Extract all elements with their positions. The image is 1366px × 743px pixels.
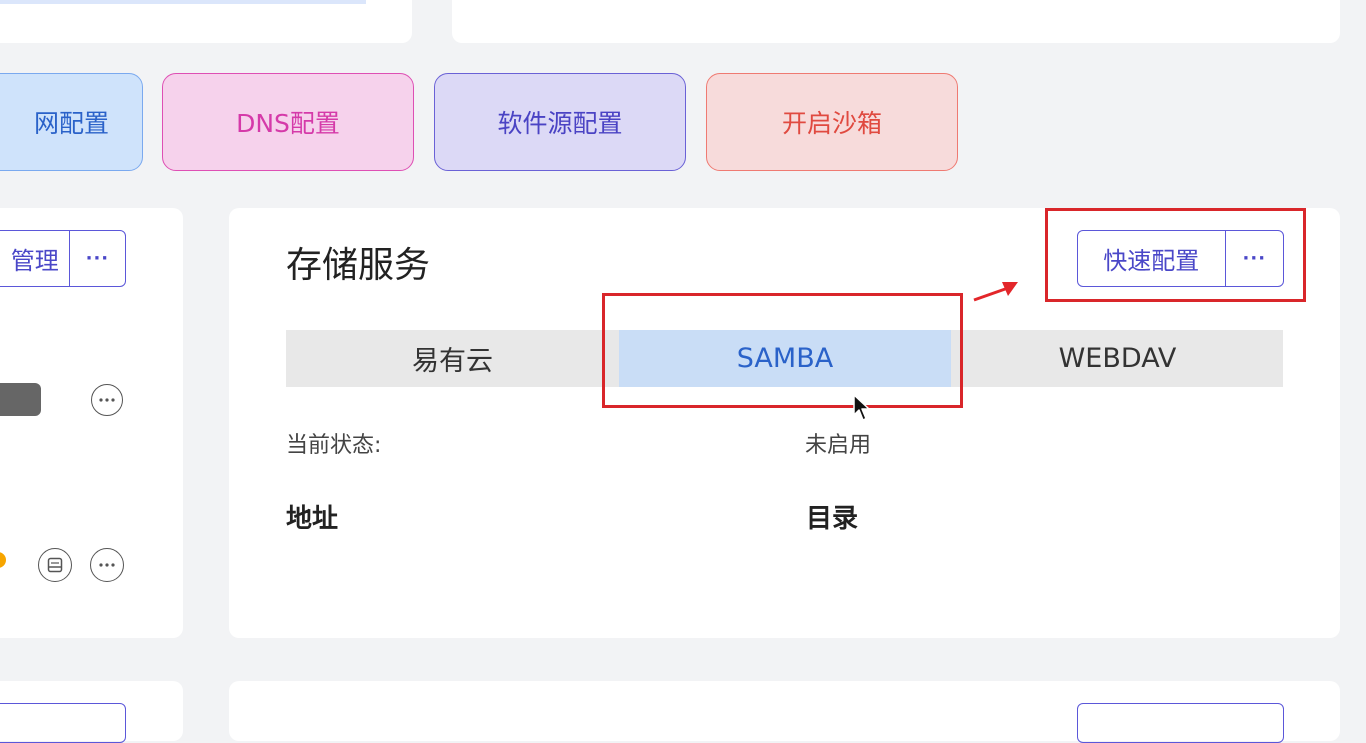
storage-more-button[interactable]: ··· [1224, 231, 1283, 286]
more-icon: ··· [85, 248, 110, 269]
software-source-config-label: 软件源配置 [497, 109, 623, 138]
quick-config-label: 快速配置 [1103, 247, 1200, 275]
bottom-right-card [229, 681, 1340, 743]
bottom-right-button-outline [1077, 703, 1284, 743]
dns-config-button[interactable]: DNS配置 [162, 73, 414, 171]
status-value: 未启用 [805, 433, 872, 458]
network-config-button[interactable]: 网配置 [0, 73, 143, 171]
dns-config-label: DNS配置 [236, 109, 340, 138]
status-dot-icon [0, 552, 6, 568]
top-left-card [0, 0, 412, 43]
mouse-cursor-icon [853, 394, 870, 421]
left-card: 管理 ··· [0, 208, 183, 638]
bottom-left-button-outline [0, 703, 126, 743]
tab-yiyouyun[interactable]: 易有云 [286, 330, 619, 387]
network-config-label: 网配置 [33, 109, 109, 138]
disk-icon[interactable] [38, 548, 72, 582]
more-icon: ··· [1242, 248, 1267, 269]
top-right-card [452, 0, 1340, 43]
software-source-config-button[interactable]: 软件源配置 [434, 73, 686, 171]
storage-actions: 快速配置 ··· [1077, 230, 1284, 287]
storage-service-card: 存储服务 快速配置 ··· 当前状态: 未启用 地址 目录 [229, 208, 1340, 638]
tab-yiyouyun-label: 易有云 [412, 346, 493, 377]
storage-title: 存储服务 [286, 245, 431, 286]
top-left-input-strip [0, 0, 366, 4]
bottom-left-card [0, 681, 183, 743]
more-circle-icon[interactable] [90, 548, 124, 582]
more-circle-icon[interactable] [91, 384, 123, 416]
status-bar [0, 383, 41, 416]
tab-samba-label: SAMBA [736, 343, 834, 374]
status-label: 当前状态: [286, 433, 382, 458]
address-column-header: 地址 [286, 504, 339, 534]
manage-button[interactable]: 管理 [0, 231, 69, 286]
left-card-actions: 管理 ··· [0, 230, 126, 287]
enable-sandbox-button[interactable]: 开启沙箱 [706, 73, 958, 171]
quick-config-button[interactable]: 快速配置 [1078, 231, 1225, 286]
tab-webdav[interactable]: WEBDAV [951, 330, 1284, 387]
tab-webdav-label: WEBDAV [1058, 343, 1177, 374]
manage-label: 管理 [10, 247, 59, 275]
tab-samba[interactable]: SAMBA [619, 330, 951, 387]
annotation-arrow-icon [973, 282, 1018, 302]
enable-sandbox-label: 开启沙箱 [781, 109, 882, 138]
left-more-button[interactable]: ··· [68, 231, 125, 286]
directory-column-header: 目录 [806, 504, 859, 534]
